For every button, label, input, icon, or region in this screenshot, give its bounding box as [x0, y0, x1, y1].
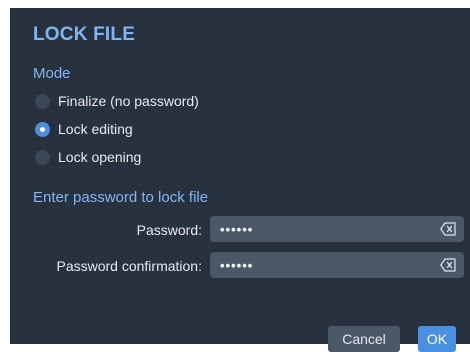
- mode-option-finalize-label: Finalize (no password): [58, 93, 199, 109]
- mode-option-lock-opening-label: Lock opening: [58, 149, 142, 165]
- dialog-title: LOCK FILE: [33, 24, 136, 45]
- password-value: ••••••: [220, 221, 254, 237]
- password-confirmation-label: Password confirmation:: [56, 258, 202, 274]
- radio-button-finalize[interactable]: [35, 93, 50, 109]
- ok-button[interactable]: OK: [418, 326, 456, 352]
- lock-file-dialog: LOCK FILE Mode Finalize (no password) Lo…: [10, 8, 470, 352]
- cancel-button[interactable]: Cancel: [328, 326, 400, 352]
- password-section-label: Enter password to lock file: [33, 189, 209, 206]
- backspace-clear-icon[interactable]: [440, 258, 456, 272]
- mode-option-finalize[interactable]: Finalize (no password): [35, 92, 199, 110]
- password-confirmation-field[interactable]: ••••••: [210, 252, 464, 278]
- radio-button-lock-editing[interactable]: [35, 121, 50, 137]
- backspace-clear-icon[interactable]: [440, 222, 456, 236]
- password-label: Password:: [136, 222, 202, 238]
- mode-option-lock-editing-label: Lock editing: [58, 121, 133, 137]
- password-field[interactable]: ••••••: [210, 216, 464, 242]
- mode-option-lock-opening[interactable]: Lock opening: [35, 148, 141, 166]
- radio-button-lock-opening[interactable]: [35, 149, 50, 165]
- mode-option-lock-editing[interactable]: Lock editing: [35, 120, 133, 138]
- mode-section-label: Mode: [33, 65, 71, 82]
- password-confirmation-value: ••••••: [220, 257, 254, 273]
